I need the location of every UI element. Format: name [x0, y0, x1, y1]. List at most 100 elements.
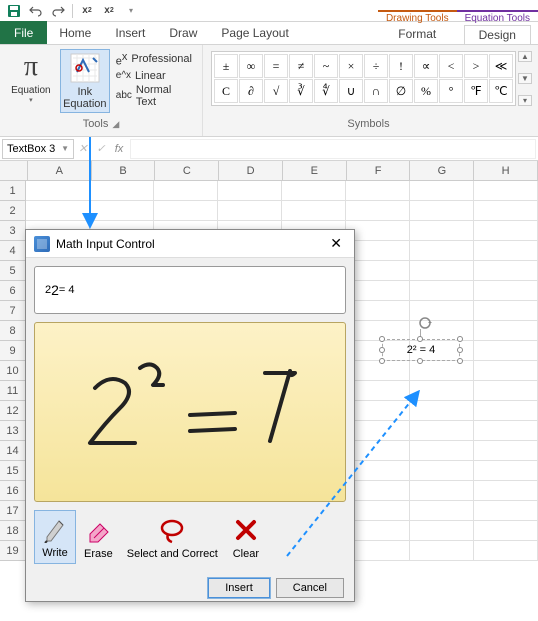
cell[interactable]: [474, 181, 538, 201]
cell[interactable]: [410, 201, 474, 221]
row-header[interactable]: 18: [0, 521, 26, 541]
symbol-cell[interactable]: ×: [339, 54, 363, 78]
professional-option[interactable]: exProfessional: [116, 51, 194, 68]
cell[interactable]: [346, 241, 410, 261]
cell[interactable]: [346, 181, 410, 201]
redo-button[interactable]: [48, 2, 68, 20]
cell[interactable]: [410, 381, 474, 401]
row-header[interactable]: 16: [0, 481, 26, 501]
cell[interactable]: [474, 361, 538, 381]
symbol-cell[interactable]: ±: [214, 54, 238, 78]
subscript-button[interactable]: x2: [77, 2, 97, 20]
symbol-cell[interactable]: ∅: [389, 79, 413, 103]
cell[interactable]: [90, 181, 154, 201]
row-header[interactable]: 10: [0, 361, 26, 381]
row-header[interactable]: 11: [0, 381, 26, 401]
cell[interactable]: [346, 221, 410, 241]
symbol-cell[interactable]: ∞: [239, 54, 263, 78]
col-header[interactable]: G: [410, 161, 474, 180]
enter-formula-icon[interactable]: ✓: [92, 142, 110, 155]
cell[interactable]: [346, 301, 410, 321]
row-header[interactable]: 8: [0, 321, 26, 341]
cell[interactable]: [218, 181, 282, 201]
cell[interactable]: [410, 521, 474, 541]
cell[interactable]: [410, 401, 474, 421]
cell[interactable]: [474, 301, 538, 321]
name-box[interactable]: TextBox 3▼: [2, 139, 74, 159]
cell[interactable]: [410, 541, 474, 561]
symbol-cell[interactable]: ∝: [414, 54, 438, 78]
cell[interactable]: [346, 441, 410, 461]
symbols-more-icon[interactable]: ▾: [518, 95, 532, 106]
cell[interactable]: [474, 201, 538, 221]
symbols-down-icon[interactable]: ▼: [518, 73, 532, 84]
cell[interactable]: [154, 201, 218, 221]
symbol-cell[interactable]: ∩: [364, 79, 388, 103]
symbols-up-icon[interactable]: ▲: [518, 51, 532, 62]
cancel-formula-icon[interactable]: ✕: [74, 142, 92, 155]
cell[interactable]: [26, 201, 90, 221]
cell[interactable]: [474, 421, 538, 441]
tools-launcher-icon[interactable]: ◢: [112, 119, 119, 130]
symbol-cell[interactable]: ≪: [489, 54, 513, 78]
symbol-cell[interactable]: √: [264, 79, 288, 103]
dialog-titlebar[interactable]: Math Input Control ✕: [26, 230, 354, 258]
resize-handle[interactable]: [417, 358, 423, 364]
cell[interactable]: [474, 501, 538, 521]
symbol-cell[interactable]: %: [414, 79, 438, 103]
cell[interactable]: [410, 461, 474, 481]
resize-handle[interactable]: [379, 336, 385, 342]
resize-handle[interactable]: [457, 336, 463, 342]
symbol-cell[interactable]: C: [214, 79, 238, 103]
erase-tool[interactable]: Erase: [78, 512, 119, 564]
row-header[interactable]: 7: [0, 301, 26, 321]
cell[interactable]: [218, 201, 282, 221]
cell[interactable]: [154, 181, 218, 201]
undo-button[interactable]: [26, 2, 46, 20]
row-header[interactable]: 12: [0, 401, 26, 421]
cell[interactable]: [282, 201, 346, 221]
formula-bar[interactable]: [130, 139, 536, 159]
cell[interactable]: [474, 221, 538, 241]
tab-draw[interactable]: Draw: [157, 21, 209, 44]
cell[interactable]: [346, 261, 410, 281]
symbol-cell[interactable]: >: [464, 54, 488, 78]
symbol-cell[interactable]: ∜: [314, 79, 338, 103]
superscript-button[interactable]: x2: [99, 2, 119, 20]
resize-handle[interactable]: [417, 336, 423, 342]
row-header[interactable]: 1: [0, 181, 26, 201]
cell[interactable]: [346, 461, 410, 481]
cell[interactable]: [474, 541, 538, 561]
symbol-cell[interactable]: °: [439, 79, 463, 103]
row-header[interactable]: 3: [0, 221, 26, 241]
clear-tool[interactable]: Clear: [226, 512, 266, 564]
col-header[interactable]: D: [219, 161, 283, 180]
row-header[interactable]: 15: [0, 461, 26, 481]
col-header[interactable]: C: [155, 161, 219, 180]
col-header[interactable]: A: [28, 161, 92, 180]
fx-icon[interactable]: fx: [110, 143, 128, 155]
symbol-cell[interactable]: ∪: [339, 79, 363, 103]
row-header[interactable]: 19: [0, 541, 26, 561]
cell[interactable]: [474, 401, 538, 421]
resize-handle[interactable]: [379, 347, 385, 353]
cell[interactable]: [410, 501, 474, 521]
cell[interactable]: [346, 381, 410, 401]
cancel-button[interactable]: Cancel: [276, 578, 344, 598]
chevron-down-icon[interactable]: ▼: [61, 144, 69, 153]
qat-customize-icon[interactable]: ▾: [121, 2, 141, 20]
col-header[interactable]: B: [92, 161, 156, 180]
cell[interactable]: [474, 241, 538, 261]
row-header[interactable]: 9: [0, 341, 26, 361]
symbol-cell[interactable]: ℉: [464, 79, 488, 103]
resize-handle[interactable]: [457, 358, 463, 364]
symbol-cell[interactable]: =: [264, 54, 288, 78]
cell[interactable]: [346, 321, 410, 341]
cell[interactable]: [474, 261, 538, 281]
cell[interactable]: [346, 201, 410, 221]
cell[interactable]: [474, 441, 538, 461]
save-button[interactable]: [4, 2, 24, 20]
cell[interactable]: [410, 241, 474, 261]
cell[interactable]: [474, 321, 538, 341]
cell[interactable]: [282, 181, 346, 201]
